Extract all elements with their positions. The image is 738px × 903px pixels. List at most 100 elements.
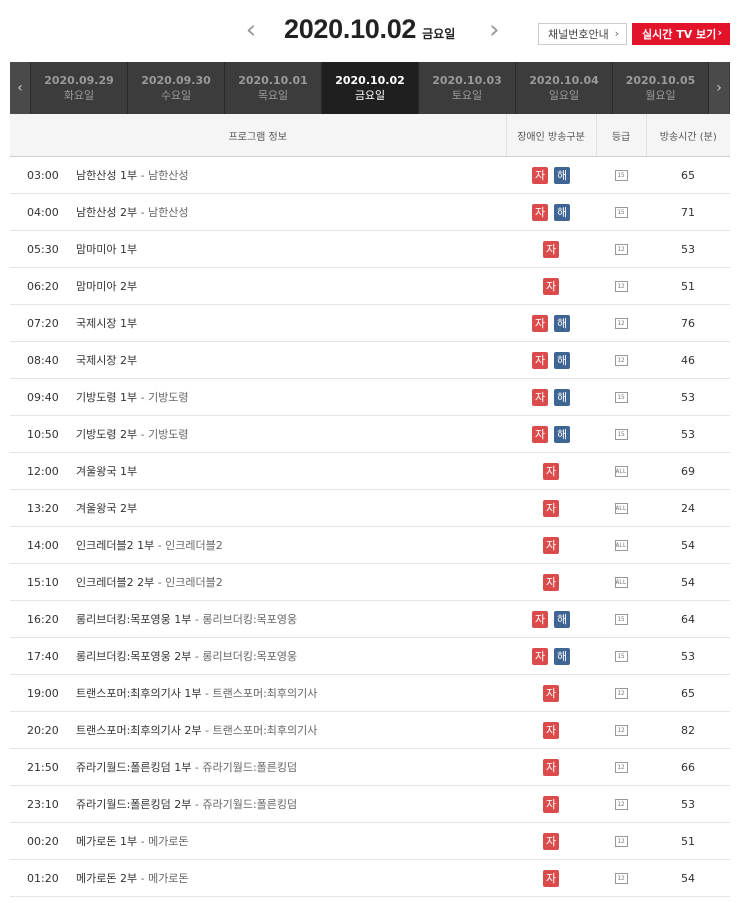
date-tab-date: 2020.10.02 (335, 74, 405, 87)
caption-badge: 자 (532, 351, 549, 369)
row-duration: 54 (646, 526, 731, 564)
date-tab-day: 금요일 (354, 89, 386, 102)
audio-description-badge: 해 (554, 314, 571, 332)
table-row: 01:20 메가로돈 2부 - 메가로돈 자 12 54 (10, 859, 731, 897)
rating-icon: 12 (614, 725, 628, 736)
live-tv-button[interactable]: 실시간 TV 보기 › (632, 23, 730, 45)
row-accessibility: 자 (506, 711, 597, 749)
row-grade: 12 (596, 341, 647, 379)
row-grade: 15 (596, 415, 647, 453)
row-grade: 12 (596, 785, 647, 823)
row-program: 트랜스포머:최후의기사 2부 - 트랜스포머:최후의기사 (74, 711, 507, 749)
program-title: 메가로돈 1부 (76, 835, 138, 848)
row-time: 13:20 (10, 489, 74, 527)
date-bar-prev-button[interactable]: ‹ (10, 62, 30, 114)
date-navigator: ‹ 2020.10.02 금요일 › (240, 14, 505, 45)
row-program: 메가로돈 1부 - 메가로돈 (74, 822, 507, 860)
rating-icon: 12 (614, 688, 628, 699)
row-duration: 53 (646, 415, 731, 453)
chevron-left-icon: ‹ (245, 14, 257, 45)
caption-badge: 자 (532, 610, 549, 628)
table-row: 20:20 트랜스포머:최후의기사 2부 - 트랜스포머:최후의기사 자 12 82 (10, 711, 731, 749)
row-accessibility: 자 (506, 748, 597, 786)
date-tab-20201005[interactable]: 2020.10.05 월요일 (612, 62, 709, 114)
row-time: 23:10 (10, 785, 74, 823)
row-grade: 12 (596, 822, 647, 860)
row-time: 08:40 (10, 341, 74, 379)
program-subtitle: - 남한산성 (137, 169, 189, 182)
program-subtitle: - 기방도령 (137, 428, 189, 441)
row-accessibility: 자 (506, 563, 597, 601)
row-program: 기방도령 2부 - 기방도령 (74, 415, 507, 453)
table-row: 00:20 메가로돈 1부 - 메가로돈 자 12 51 (10, 822, 731, 860)
caption-badge: 자 (543, 277, 560, 295)
program-title: 맘마미아 2부 (76, 280, 138, 293)
caption-badge: 자 (532, 388, 549, 406)
date-tab-date: 2020.10.04 (529, 74, 599, 87)
table-row: 04:00 남한산성 2부 - 남한산성 자 해 15 71 (10, 193, 731, 231)
row-program: 쥬라기월드:폴른킹덤 2부 - 쥬라기월드:폴른킹덤 (74, 785, 507, 823)
rating-icon: 12 (614, 281, 628, 292)
row-accessibility: 자 (506, 859, 597, 897)
row-grade: 12 (596, 711, 647, 749)
chevron-right-icon: › (614, 27, 619, 40)
row-grade: ALL (596, 489, 647, 527)
rating-icon: 15 (614, 207, 628, 218)
rating-icon: 12 (614, 318, 628, 329)
channel-guide-button[interactable]: 채널번호안내 › (538, 23, 627, 45)
row-accessibility: 자 (506, 267, 597, 305)
program-title: 트랜스포머:최후의기사 1부 (76, 687, 202, 700)
row-program: 기방도령 1부 - 기방도령 (74, 378, 507, 416)
rating-icon: ALL (614, 540, 628, 551)
row-duration: 51 (646, 822, 731, 860)
program-title: 국제시장 2부 (76, 354, 138, 367)
row-time: 12:00 (10, 452, 74, 490)
row-time: 15:10 (10, 563, 74, 601)
row-duration: 24 (646, 489, 731, 527)
date-tab-date: 2020.10.01 (238, 74, 308, 87)
row-time: 06:20 (10, 267, 74, 305)
table-row: 03:00 남한산성 1부 - 남한산성 자 해 15 65 (10, 156, 731, 194)
col-header-duration: 방송시간 (분) (645, 114, 731, 157)
row-time: 03:00 (10, 156, 74, 194)
date-tab-20201001[interactable]: 2020.10.01 목요일 (224, 62, 321, 114)
program-title: 기방도령 2부 (76, 428, 138, 441)
date-tab-20200929[interactable]: 2020.09.29 화요일 (30, 62, 127, 114)
date-tab-20201003[interactable]: 2020.10.03 토요일 (418, 62, 515, 114)
row-time: 17:40 (10, 637, 74, 675)
caption-badge: 자 (532, 647, 549, 665)
date-tab-20200930[interactable]: 2020.09.30 수요일 (127, 62, 224, 114)
rating-icon: 15 (614, 614, 628, 625)
row-duration: 65 (646, 156, 731, 194)
row-program: 쥬라기월드:폴른킹덤 1부 - 쥬라기월드:폴른킹덤 (74, 748, 507, 786)
caption-badge: 자 (543, 721, 560, 739)
audio-description-badge: 해 (554, 166, 571, 184)
row-program: 겨울왕국 1부 (74, 452, 507, 490)
chevron-left-icon: ‹ (17, 80, 23, 96)
row-time: 04:00 (10, 193, 74, 231)
program-subtitle: - 인크레더블2 (154, 576, 223, 589)
program-subtitle: - 트랜스포머:최후의기사 (201, 724, 318, 737)
program-subtitle: - 메가로돈 (137, 835, 189, 848)
next-day-button[interactable]: › (483, 16, 505, 44)
date-tab-20201002[interactable]: 2020.10.02 금요일 (321, 62, 418, 114)
table-row: 19:00 트랜스포머:최후의기사 1부 - 트랜스포머:최후의기사 자 12 65 (10, 674, 731, 712)
row-duration: 65 (646, 674, 731, 712)
date-bar-next-button[interactable]: › (709, 62, 729, 114)
row-duration: 76 (646, 304, 731, 342)
table-row: 05:30 맘마미아 1부 자 12 53 (10, 230, 731, 268)
program-subtitle: - 쥬라기월드:폴른킹덤 (191, 761, 298, 774)
row-time: 09:40 (10, 378, 74, 416)
caption-badge: 자 (543, 832, 560, 850)
row-grade: 12 (596, 267, 647, 305)
date-tab-date: 2020.09.30 (141, 74, 211, 87)
program-subtitle: - 트랜스포머:최후의기사 (201, 687, 318, 700)
date-tab-20201004[interactable]: 2020.10.04 일요일 (515, 62, 612, 114)
schedule-header: ‹ 2020.10.02 금요일 › 채널번호안내 › 실시간 TV 보기 › (0, 0, 738, 62)
live-tv-label: 실시간 TV 보기 (642, 28, 717, 41)
program-title: 겨울왕국 2부 (76, 502, 138, 515)
row-time: 00:20 (10, 822, 74, 860)
prev-day-button[interactable]: ‹ (240, 16, 262, 44)
table-header-row: 프로그램 정보 장애인 방송구분 등급 방송시간 (분) (10, 114, 731, 157)
caption-badge: 자 (543, 536, 560, 554)
